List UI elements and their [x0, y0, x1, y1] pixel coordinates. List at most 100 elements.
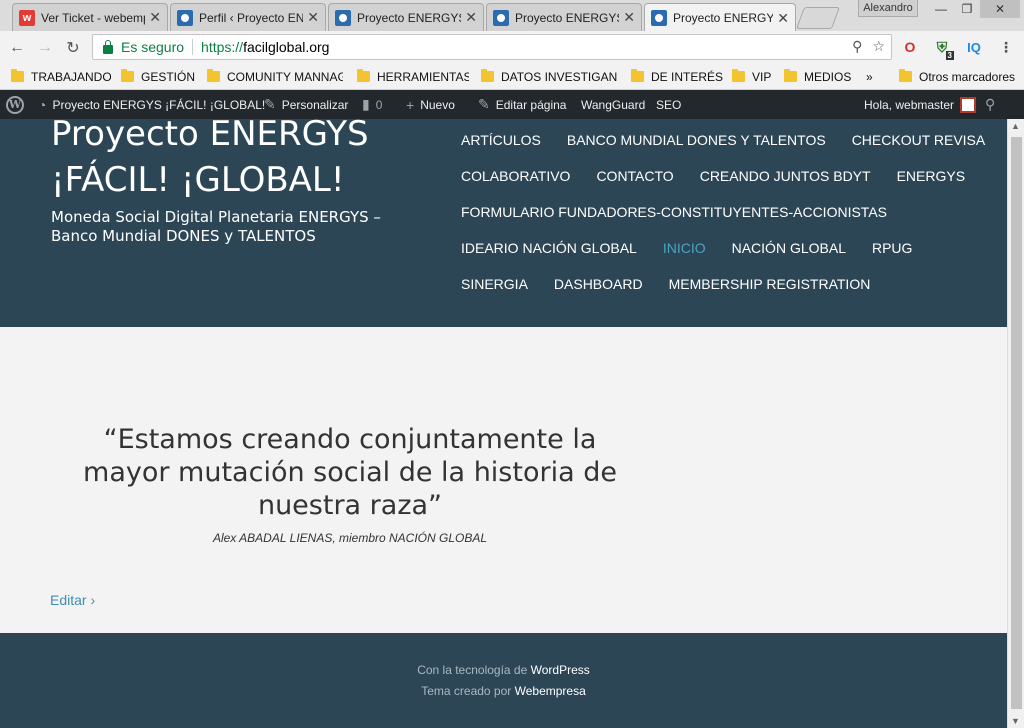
- menu-item-articulos[interactable]: ARTÍCULOS: [461, 132, 541, 148]
- bookmark-trabajando[interactable]: TRABAJANDO: [11, 68, 111, 85]
- menu-item-nacion-global[interactable]: NACIÓN GLOBAL: [732, 240, 846, 256]
- scroll-down-icon[interactable]: ▼: [1011, 716, 1020, 726]
- menu-item-colaborativo[interactable]: COLABORATIVO: [461, 168, 570, 184]
- bookmarks-overflow-button[interactable]: »: [866, 68, 880, 85]
- menu-row: SINERGIA DASHBOARD MEMBERSHIP REGISTRATI…: [461, 266, 1001, 302]
- greeting-label: Hola, webmaster: [864, 97, 955, 112]
- bookmarks-bar: TRABAJANDO GESTIÓN COMUNITY MANNAGER HER…: [0, 63, 1024, 90]
- bookmark-gestion[interactable]: GESTIÓN: [121, 68, 199, 85]
- scroll-thumb[interactable]: [1011, 137, 1022, 709]
- url-host: facilglobal.org: [243, 39, 330, 55]
- search-icon[interactable]: ⚲: [985, 90, 995, 119]
- bookmark-label: MEDIOS: [804, 69, 852, 84]
- folder-icon: [357, 69, 370, 82]
- bookmark-interes[interactable]: DE INTERÉS: [631, 68, 723, 85]
- profile-badge[interactable]: Alexandro: [858, 0, 918, 17]
- dashboard-icon: ◔: [38, 96, 47, 113]
- bookmark-label: DATOS INVESTIGANDO: [501, 69, 617, 84]
- tab-title: Ver Ticket - webempresa: [41, 10, 145, 25]
- bookmark-label: TRABAJANDO: [31, 69, 111, 84]
- close-icon[interactable]: ✕: [149, 9, 161, 26]
- menu-item-creando-juntos[interactable]: CREANDO JUNTOS BDYT: [700, 168, 871, 184]
- restore-icon[interactable]: ❐: [954, 0, 980, 18]
- bookmark-label: COMUNITY MANNAGER: [227, 69, 343, 84]
- bookmark-vip[interactable]: VIP: [732, 68, 776, 85]
- zoom-icon[interactable]: ⚲: [852, 38, 862, 55]
- wordpress-icon: [335, 9, 351, 26]
- seo-menu[interactable]: SEO: [656, 90, 681, 119]
- webempresa-link[interactable]: Webempresa: [515, 684, 586, 698]
- menu-item-sinergia[interactable]: SINERGIA: [461, 276, 528, 292]
- menu-item-contacto[interactable]: CONTACTO: [596, 168, 673, 184]
- menu-item-inicio[interactable]: INICIO: [663, 240, 706, 256]
- folder-icon: [899, 69, 912, 82]
- menu-item-formulario[interactable]: FORMULARIO FUNDADORES-CONSTITUYENTES-ACC…: [461, 204, 887, 220]
- folder-icon: [121, 69, 134, 82]
- edit-link[interactable]: Editar ›: [50, 592, 95, 608]
- bookmark-comunity[interactable]: COMUNITY MANNAGER: [207, 68, 343, 85]
- theme-credit: Tema creado por Webempresa: [0, 684, 1007, 698]
- menu-row: FORMULARIO FUNDADORES-CONSTITUYENTES-ACC…: [461, 194, 1001, 230]
- wordpress-link[interactable]: WordPress: [531, 663, 590, 677]
- menu-item-banco-mundial[interactable]: BANCO MUNDIAL DONES Y TALENTOS: [567, 132, 826, 148]
- page-scrollbar[interactable]: ▲ ▼: [1007, 119, 1024, 728]
- tab-title: Perfil ‹ Proyecto ENERGYS: [199, 10, 304, 25]
- tab-ver-ticket[interactable]: w Ver Ticket - webempresa ✕: [12, 3, 168, 31]
- folder-icon: [481, 69, 494, 82]
- menu-item-membership[interactable]: MEMBERSHIP REGISTRATION: [669, 276, 871, 292]
- forward-icon[interactable]: →: [34, 37, 56, 59]
- menu-item-energys[interactable]: ENERGYS: [897, 168, 965, 184]
- menu-item-dashboard[interactable]: DASHBOARD: [554, 276, 643, 292]
- opera-icon[interactable]: O: [900, 37, 920, 57]
- tab-proyecto-1[interactable]: Proyecto ENERGYS ✕: [328, 3, 484, 31]
- site-footer: Con la tecnología de WordPress Tema crea…: [0, 633, 1007, 728]
- bookmark-label: Otros marcadores: [919, 69, 1016, 84]
- page-content: “Estamos creando conjuntamente la mayor …: [0, 327, 1007, 633]
- featured-quote: “Estamos creando conjuntamente la mayor …: [83, 424, 617, 521]
- close-icon[interactable]: ✕: [777, 10, 789, 27]
- tab-proyecto-active[interactable]: Proyecto ENERGYS ✕: [644, 3, 796, 32]
- bookmark-star-icon[interactable]: ☆: [872, 38, 885, 55]
- site-title[interactable]: Proyecto ENERGYS ¡FÁCIL! ¡GLOBAL!: [51, 111, 441, 203]
- tab-strip: w Ver Ticket - webempresa ✕ Perfil ‹ Pro…: [0, 0, 1024, 32]
- wordpress-icon: [177, 9, 193, 26]
- folder-icon: [784, 69, 797, 82]
- close-icon[interactable]: ✕: [465, 9, 477, 26]
- close-icon[interactable]: ✕: [623, 9, 635, 26]
- wordpress-icon: [493, 9, 509, 26]
- primary-menu: ARTÍCULOS BANCO MUNDIAL DONES Y TALENTOS…: [461, 122, 1001, 302]
- folder-icon: [631, 69, 644, 82]
- address-bar[interactable]: Es seguro https:// facilglobal.org ⚲ ☆: [92, 34, 892, 60]
- close-icon[interactable]: ✕: [307, 9, 319, 26]
- scroll-up-icon[interactable]: ▲: [1011, 121, 1020, 131]
- secure-label: Es seguro: [121, 39, 185, 55]
- window-close-icon[interactable]: ✕: [980, 0, 1020, 18]
- folder-icon: [732, 69, 745, 82]
- new-tab-button[interactable]: [795, 7, 841, 29]
- iq-extension-icon[interactable]: IQ: [964, 37, 984, 57]
- tab-proyecto-2[interactable]: Proyecto ENERGYS ✕: [486, 3, 642, 31]
- edit-page-link[interactable]: ✎ Editar página: [478, 90, 566, 119]
- wangguard-menu[interactable]: WangGuard: [581, 90, 645, 119]
- tab-title: Proyecto ENERGYS: [673, 11, 774, 25]
- tab-perfil[interactable]: Perfil ‹ Proyecto ENERGYS ✕: [170, 3, 326, 31]
- bookmark-medios[interactable]: MEDIOS: [784, 68, 856, 85]
- bookmark-herramientas[interactable]: HERRAMIENTAS: [357, 68, 469, 85]
- menu-row: COLABORATIVO CONTACTO CREANDO JUNTOS BDY…: [461, 158, 1001, 194]
- minimize-icon[interactable]: —: [928, 0, 954, 18]
- wordpress-icon: W: [6, 95, 24, 114]
- menu-kebab-icon[interactable]: ⋮: [996, 37, 1016, 57]
- bookmark-datos[interactable]: DATOS INVESTIGANDO: [481, 68, 617, 85]
- other-bookmarks[interactable]: Otros marcadores: [899, 68, 1019, 85]
- wp-logo-button[interactable]: W: [6, 90, 24, 119]
- bookmark-label: DE INTERÉS: [651, 69, 723, 84]
- menu-item-rpug[interactable]: RPUG: [872, 240, 912, 256]
- back-icon[interactable]: ←: [6, 37, 28, 59]
- shield-extension-icon[interactable]: ⛨ 3: [932, 37, 954, 60]
- menu-item-ideario[interactable]: IDEARIO NACIÓN GLOBAL: [461, 240, 637, 256]
- new-label: Nuevo: [420, 97, 455, 112]
- account-menu[interactable]: Hola, webmaster: [864, 90, 977, 119]
- folder-icon: [11, 69, 24, 82]
- reload-icon[interactable]: ↻: [62, 37, 84, 59]
- menu-item-checkout[interactable]: CHECKOUT REVISA: [852, 132, 986, 148]
